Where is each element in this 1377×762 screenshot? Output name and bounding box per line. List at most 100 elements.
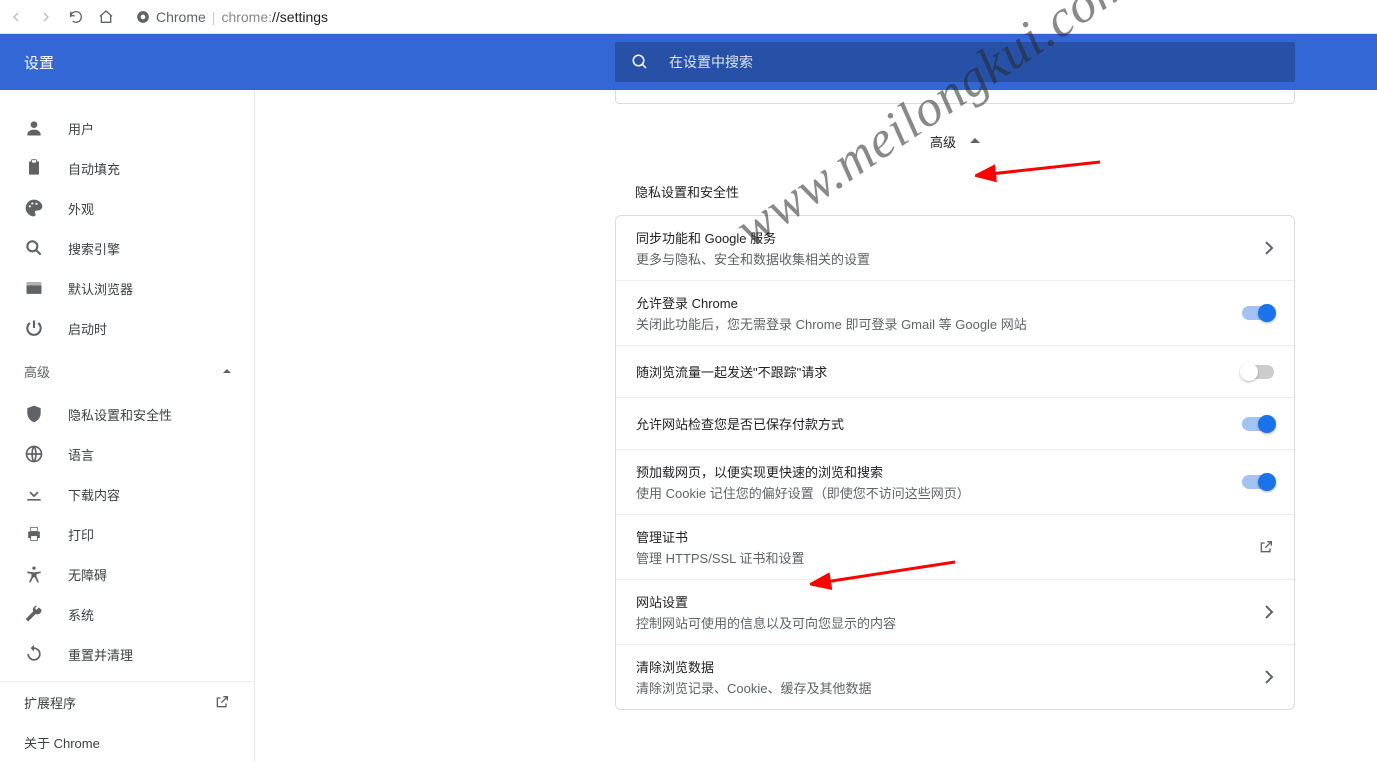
settings-header: 设置 (0, 34, 1377, 90)
address-separator: | (212, 9, 216, 25)
row-title: 管理证书 (636, 527, 1246, 546)
row-subtitle: 控制网站可使用的信息以及可向您显示的内容 (636, 613, 1252, 632)
external-link-icon (1258, 539, 1274, 555)
palette-icon (24, 198, 44, 218)
sidebar-item-label: 关于 Chrome (24, 733, 100, 752)
person-icon (24, 118, 44, 138)
browser-toolbar: Chrome | chrome://settings (0, 0, 1377, 34)
search-input[interactable] (669, 54, 1279, 70)
sidebar-item-globe[interactable]: 语言 (0, 434, 254, 474)
toggle-switch[interactable] (1242, 417, 1274, 431)
search-icon (24, 238, 44, 258)
search-box[interactable] (615, 42, 1295, 82)
search-icon (631, 53, 649, 71)
sidebar-item-label: 下载内容 (68, 485, 120, 504)
chevron-right-icon (1264, 241, 1274, 255)
sidebar-item-label: 自动填充 (68, 159, 120, 178)
row-title: 允许网站检查您是否已保存付款方式 (636, 414, 1230, 433)
row-title: 网站设置 (636, 592, 1252, 611)
reload-button[interactable] (68, 9, 84, 25)
globe-icon (24, 444, 44, 464)
settings-row[interactable]: 预加载网页，以便实现更快速的浏览和搜索使用 Cookie 记住您的偏好设置（即使… (616, 449, 1294, 514)
sidebar-item-search[interactable]: 搜索引擎 (0, 228, 254, 268)
chevron-right-icon (1264, 670, 1274, 684)
sidebar: 用户自动填充外观搜索引擎默认浏览器启动时 高级 隐私设置和安全性语言下载内容打印… (0, 90, 255, 762)
sidebar-item-label: 语言 (68, 445, 94, 464)
clipboard-icon (24, 158, 44, 178)
sidebar-item-label: 打印 (68, 525, 94, 544)
settings-row[interactable]: 网站设置控制网站可使用的信息以及可向您显示的内容 (616, 579, 1294, 644)
sidebar-item-download[interactable]: 下载内容 (0, 474, 254, 514)
accessibility-icon (24, 564, 44, 584)
sidebar-item-power[interactable]: 启动时 (0, 308, 254, 348)
row-title: 预加载网页，以便实现更快速的浏览和搜索 (636, 462, 1230, 481)
advanced-toggle-label: 高级 (930, 132, 956, 151)
toggle-switch[interactable] (1242, 306, 1274, 320)
page-title: 设置 (0, 52, 615, 73)
sidebar-item-palette[interactable]: 外观 (0, 188, 254, 228)
chevron-right-icon (1264, 605, 1274, 619)
wrench-icon (24, 604, 44, 624)
row-subtitle: 管理 HTTPS/SSL 证书和设置 (636, 548, 1246, 567)
shield-icon (24, 404, 44, 424)
home-button[interactable] (98, 9, 114, 25)
sidebar-item-extensions[interactable]: 扩展程序 (0, 682, 254, 722)
row-subtitle: 清除浏览记录、Cookie、缓存及其他数据 (636, 678, 1252, 697)
settings-row[interactable]: 管理证书管理 HTTPS/SSL 证书和设置 (616, 514, 1294, 579)
settings-row[interactable]: 随浏览流量一起发送"不跟踪"请求 (616, 345, 1294, 397)
sidebar-item-label: 搜索引擎 (68, 239, 120, 258)
sidebar-item-browser[interactable]: 默认浏览器 (0, 268, 254, 308)
reset-icon (24, 644, 44, 664)
privacy-card: 同步功能和 Google 服务更多与隐私、安全和数据收集相关的设置允许登录 Ch… (615, 215, 1295, 710)
sidebar-item-label: 隐私设置和安全性 (68, 405, 172, 424)
toggle-switch[interactable] (1242, 475, 1274, 489)
toggle-switch[interactable] (1242, 365, 1274, 379)
print-icon (24, 524, 44, 544)
sidebar-item-shield[interactable]: 隐私设置和安全性 (0, 394, 254, 434)
card-stub (615, 90, 1295, 104)
row-title: 清除浏览数据 (636, 657, 1252, 676)
download-icon (24, 484, 44, 504)
power-icon (24, 318, 44, 338)
settings-row[interactable]: 允许登录 Chrome 关闭此功能后，您无需登录 Chrome 即可登录 Gmai… (616, 280, 1294, 345)
row-subtitle: 更多与隐私、安全和数据收集相关的设置 (636, 249, 1252, 268)
sidebar-item-about[interactable]: 关于 Chrome (0, 722, 254, 762)
sidebar-item-label: 外观 (68, 199, 94, 218)
sidebar-item-accessibility[interactable]: 无障碍 (0, 554, 254, 594)
sidebar-item-person[interactable]: 用户 (0, 108, 254, 148)
settings-row[interactable]: 同步功能和 Google 服务更多与隐私、安全和数据收集相关的设置 (616, 216, 1294, 280)
chevron-up-icon (222, 366, 232, 376)
external-link-icon (214, 694, 230, 710)
sidebar-item-wrench[interactable]: 系统 (0, 594, 254, 634)
main-content: 高级 隐私设置和安全性 同步功能和 Google 服务更多与隐私、安全和数据收集… (255, 90, 1377, 762)
chevron-up-icon (970, 136, 980, 146)
row-subtitle: 使用 Cookie 记住您的偏好设置（即使您不访问这些网页） (636, 483, 1230, 502)
sidebar-item-label: 重置并清理 (68, 645, 133, 664)
sidebar-item-label: 无障碍 (68, 565, 107, 584)
sidebar-advanced-header[interactable]: 高级 (0, 348, 254, 394)
back-button[interactable] (8, 9, 24, 25)
address-url: chrome://settings (221, 9, 328, 25)
forward-button[interactable] (38, 9, 54, 25)
sidebar-item-reset[interactable]: 重置并清理 (0, 634, 254, 674)
browser-icon (24, 278, 44, 298)
section-heading: 隐私设置和安全性 (615, 170, 1295, 215)
sidebar-item-clipboard[interactable]: 自动填充 (0, 148, 254, 188)
row-subtitle: 关闭此功能后，您无需登录 Chrome 即可登录 Gmail 等 Google … (636, 314, 1230, 333)
row-title: 同步功能和 Google 服务 (636, 228, 1252, 247)
row-title: 随浏览流量一起发送"不跟踪"请求 (636, 362, 1230, 381)
sidebar-advanced-label: 高级 (24, 362, 50, 381)
settings-row[interactable]: 清除浏览数据清除浏览记录、Cookie、缓存及其他数据 (616, 644, 1294, 709)
sidebar-item-label: 启动时 (68, 319, 107, 338)
advanced-section-toggle[interactable]: 高级 (615, 112, 1295, 170)
sidebar-item-label: 用户 (68, 119, 94, 138)
settings-row[interactable]: 允许网站检查您是否已保存付款方式 (616, 397, 1294, 449)
sidebar-item-label: 扩展程序 (24, 693, 76, 712)
row-title: 允许登录 Chrome (636, 293, 1230, 312)
address-bar[interactable]: Chrome | chrome://settings (128, 5, 1369, 29)
sidebar-item-label: 系统 (68, 605, 94, 624)
sidebar-item-label: 默认浏览器 (68, 279, 133, 298)
sidebar-item-print[interactable]: 打印 (0, 514, 254, 554)
address-label: Chrome (156, 9, 206, 25)
chrome-icon (136, 10, 150, 24)
